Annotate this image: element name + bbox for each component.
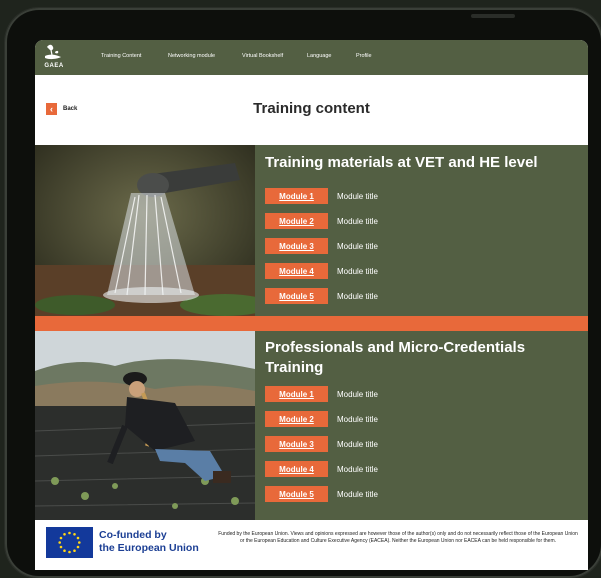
section-divider <box>35 316 588 331</box>
nav-language[interactable]: Language <box>307 53 331 59</box>
page-title: Training content <box>253 100 370 117</box>
cofunded-line-1: Co-funded by <box>99 529 167 541</box>
nav-training-content[interactable]: Training Content <box>101 53 141 59</box>
module-title: Module title <box>337 464 378 474</box>
app-screen: GAEA Training Content Networking module … <box>35 40 588 570</box>
module-1-link[interactable]: Module 1 <box>265 386 328 402</box>
module-title: Module title <box>337 241 378 251</box>
camera-bump <box>471 14 515 18</box>
planting-farmer-photo <box>35 331 255 520</box>
module-row: Module 2 Module title <box>265 411 378 427</box>
section-professionals: Professionals and Micro-Credentials Trai… <box>35 331 588 520</box>
top-nav: GAEA Training Content Networking module … <box>35 40 588 75</box>
eu-flag-icon <box>46 527 93 558</box>
module-row: Module 5 Module title <box>265 288 378 304</box>
watering-can-photo <box>35 145 255 316</box>
nav-profile[interactable]: Profile <box>356 53 372 59</box>
section-vet-he: Training materials at VET and HE level M… <box>35 145 588 316</box>
module-4-link[interactable]: Module 4 <box>265 461 328 477</box>
eu-disclaimer: Funded by the European Union. Views and … <box>218 531 578 544</box>
module-row: Module 4 Module title <box>265 263 378 279</box>
page-header: Training content ‹ Back <box>35 75 588 145</box>
gaea-logo[interactable]: GAEA <box>41 43 67 73</box>
module-row: Module 3 Module title <box>265 238 378 254</box>
module-row: Module 2 Module title <box>265 213 378 229</box>
module-title: Module title <box>337 389 378 399</box>
back-arrow-icon: ‹ <box>46 103 57 115</box>
module-row: Module 3 Module title <box>265 436 378 452</box>
module-2-link[interactable]: Module 2 <box>265 411 328 427</box>
nav-virtual-bookshelf[interactable]: Virtual Bookshelf <box>242 53 283 59</box>
cofunded-label: Co-funded by the European Union <box>99 529 219 555</box>
module-row: Module 1 Module title <box>265 188 378 204</box>
module-3-link[interactable]: Module 3 <box>265 436 328 452</box>
nav-networking-module[interactable]: Networking module <box>168 53 215 59</box>
module-title: Module title <box>337 216 378 226</box>
section-title: Professionals and Micro-Credentials Trai… <box>265 339 526 376</box>
module-1-link[interactable]: Module 1 <box>265 188 328 204</box>
hand-plant-icon <box>45 44 61 60</box>
module-title: Module title <box>337 266 378 276</box>
module-title: Module title <box>337 191 378 201</box>
footer: Co-funded by the European Union Funded b… <box>35 520 588 570</box>
logo-text: GAEA <box>44 63 64 69</box>
module-4-link[interactable]: Module 4 <box>265 263 328 279</box>
module-5-link[interactable]: Module 5 <box>265 486 328 502</box>
module-title: Module title <box>337 414 378 424</box>
cofunded-line-2: the European Union <box>99 542 199 554</box>
module-3-link[interactable]: Module 3 <box>265 238 328 254</box>
tablet-frame: GAEA Training Content Networking module … <box>5 8 601 578</box>
back-button[interactable]: ‹ Back <box>46 103 77 115</box>
module-title: Module title <box>337 439 378 449</box>
back-label: Back <box>63 106 78 112</box>
module-title: Module title <box>337 489 378 499</box>
module-5-link[interactable]: Module 5 <box>265 288 328 304</box>
module-row: Module 1 Module title <box>265 386 378 402</box>
section-title: Training materials at VET and HE level <box>265 154 538 171</box>
module-title: Module title <box>337 291 378 301</box>
module-row: Module 4 Module title <box>265 461 378 477</box>
module-2-link[interactable]: Module 2 <box>265 213 328 229</box>
module-row: Module 5 Module title <box>265 486 378 502</box>
